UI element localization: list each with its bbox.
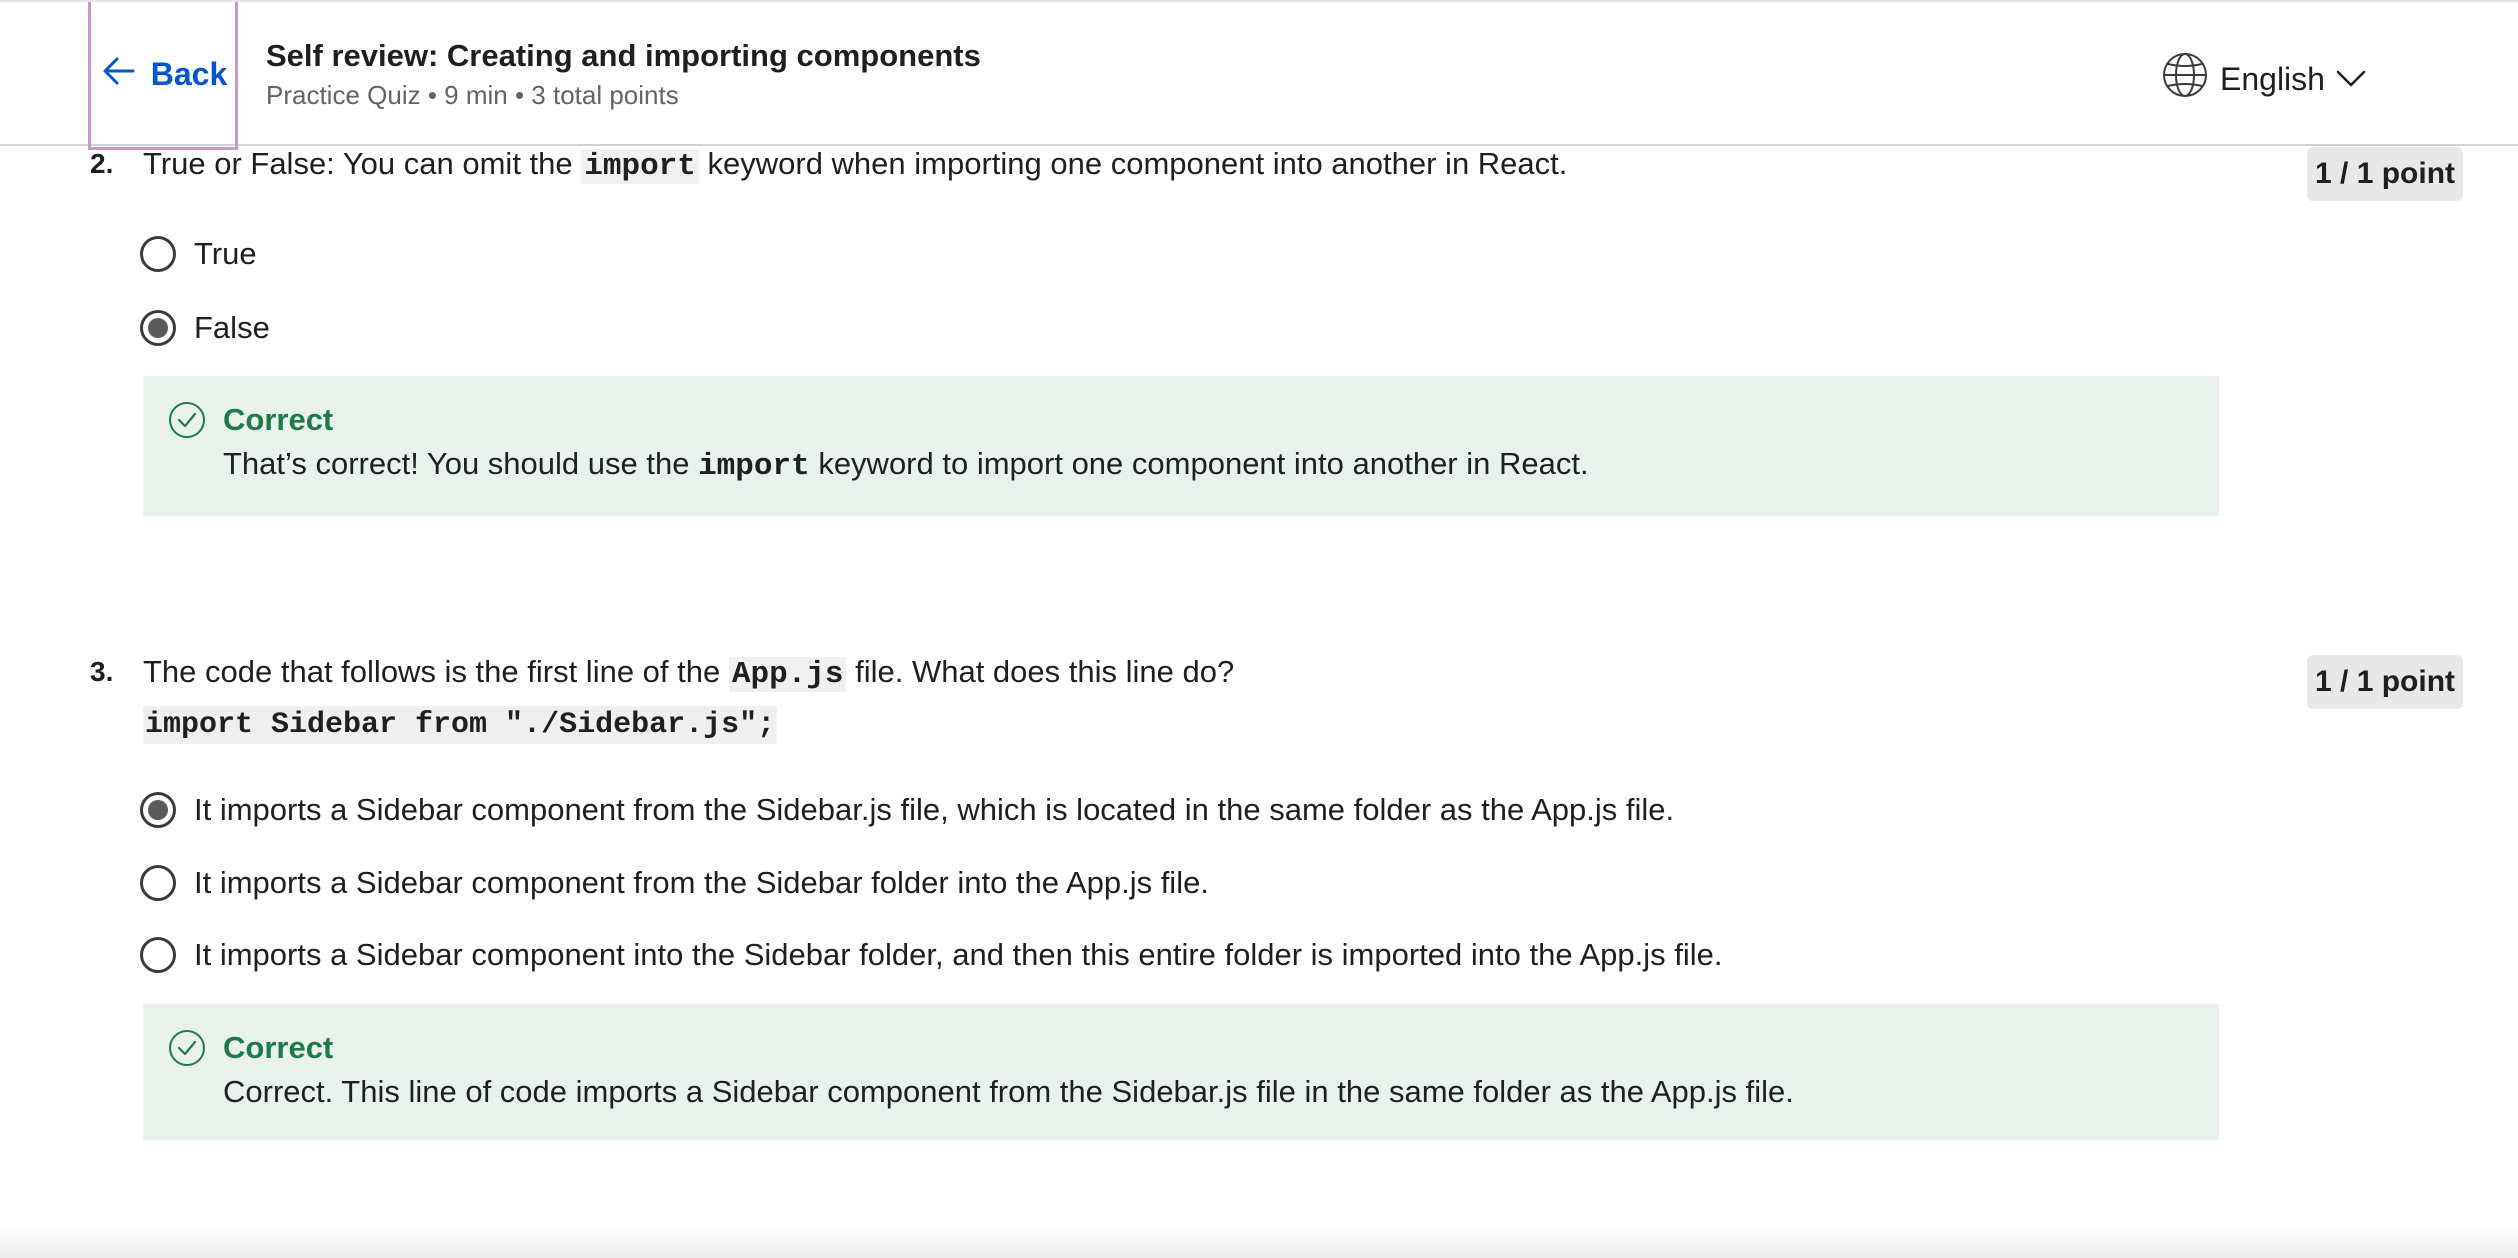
answer-option[interactable]: It imports a Sidebar component from the …: [140, 865, 1209, 901]
radio-button[interactable]: [140, 236, 176, 272]
score-badge: 1 / 1 point: [2307, 147, 2464, 201]
answer-option[interactable]: False: [140, 310, 270, 346]
question-text-part: keyword when importing one component int…: [698, 146, 1568, 181]
check-circle-icon: [167, 1028, 207, 1068]
feedback-title: Correct: [223, 402, 334, 437]
feedback-text-part: keyword to import one component into ano…: [809, 446, 1589, 481]
option-label: It imports a Sidebar component into the …: [194, 937, 1723, 972]
option-label: It imports a Sidebar component from the …: [194, 792, 1675, 827]
back-button[interactable]: Back: [88, 2, 238, 150]
question-text: True or False: You can omit the import k…: [143, 146, 1567, 184]
feedback-title: Correct: [223, 1030, 334, 1065]
feedback-text-part: That’s correct! You should use the: [223, 446, 699, 481]
inline-code: import: [698, 449, 810, 484]
inline-code: App.js: [728, 657, 847, 692]
option-label: False: [194, 310, 270, 345]
page-title: Self review: Creating and importing comp…: [266, 38, 981, 73]
globe-icon: [2160, 50, 2210, 108]
radio-button-selected[interactable]: [140, 310, 176, 346]
inline-code: import: [581, 149, 699, 184]
feedback-text: Correct. This line of code imports a Sid…: [223, 1074, 1794, 1109]
score-badge: 1 / 1 point: [2307, 655, 2464, 709]
language-label: English: [2220, 60, 2325, 97]
answer-option[interactable]: It imports a Sidebar component into the …: [140, 937, 1723, 973]
answer-option[interactable]: True: [140, 236, 257, 272]
arrow-left-icon: [99, 51, 139, 99]
question-number: 2.: [90, 148, 114, 179]
question-number: 3.: [90, 656, 114, 687]
radio-button[interactable]: [140, 937, 176, 973]
radio-button[interactable]: [140, 865, 176, 901]
option-label: True: [194, 236, 257, 271]
question-text: The code that follows is the first line …: [143, 654, 1234, 692]
option-label: It imports a Sidebar component from the …: [194, 865, 1209, 900]
code-snippet: import Sidebar from "./Sidebar.js";: [143, 706, 778, 744]
feedback-correct: Correct Correct. This line of code impor…: [143, 1004, 2219, 1140]
question-text-part: True or False: You can omit the: [143, 146, 582, 181]
check-circle-icon: [167, 400, 207, 440]
back-label: Back: [150, 56, 228, 92]
answer-option[interactable]: It imports a Sidebar component from the …: [140, 792, 1674, 828]
question-text-part: file. What does this line do?: [846, 654, 1235, 689]
language-selector[interactable]: English: [2160, 50, 2367, 108]
feedback-text: That’s correct! You should use the impor…: [223, 446, 1589, 484]
bottom-divider: [0, 1228, 2518, 1258]
feedback-correct: Correct That’s correct! You should use t…: [143, 376, 2219, 516]
radio-button-selected[interactable]: [140, 792, 176, 828]
quiz-meta: Practice Quiz • 9 min • 3 total points: [266, 80, 679, 110]
quiz-header: Back Self review: Creating and importing…: [0, 0, 2518, 150]
chevron-down-icon: [2335, 61, 2367, 98]
question-text-part: The code that follows is the first line …: [143, 654, 729, 689]
